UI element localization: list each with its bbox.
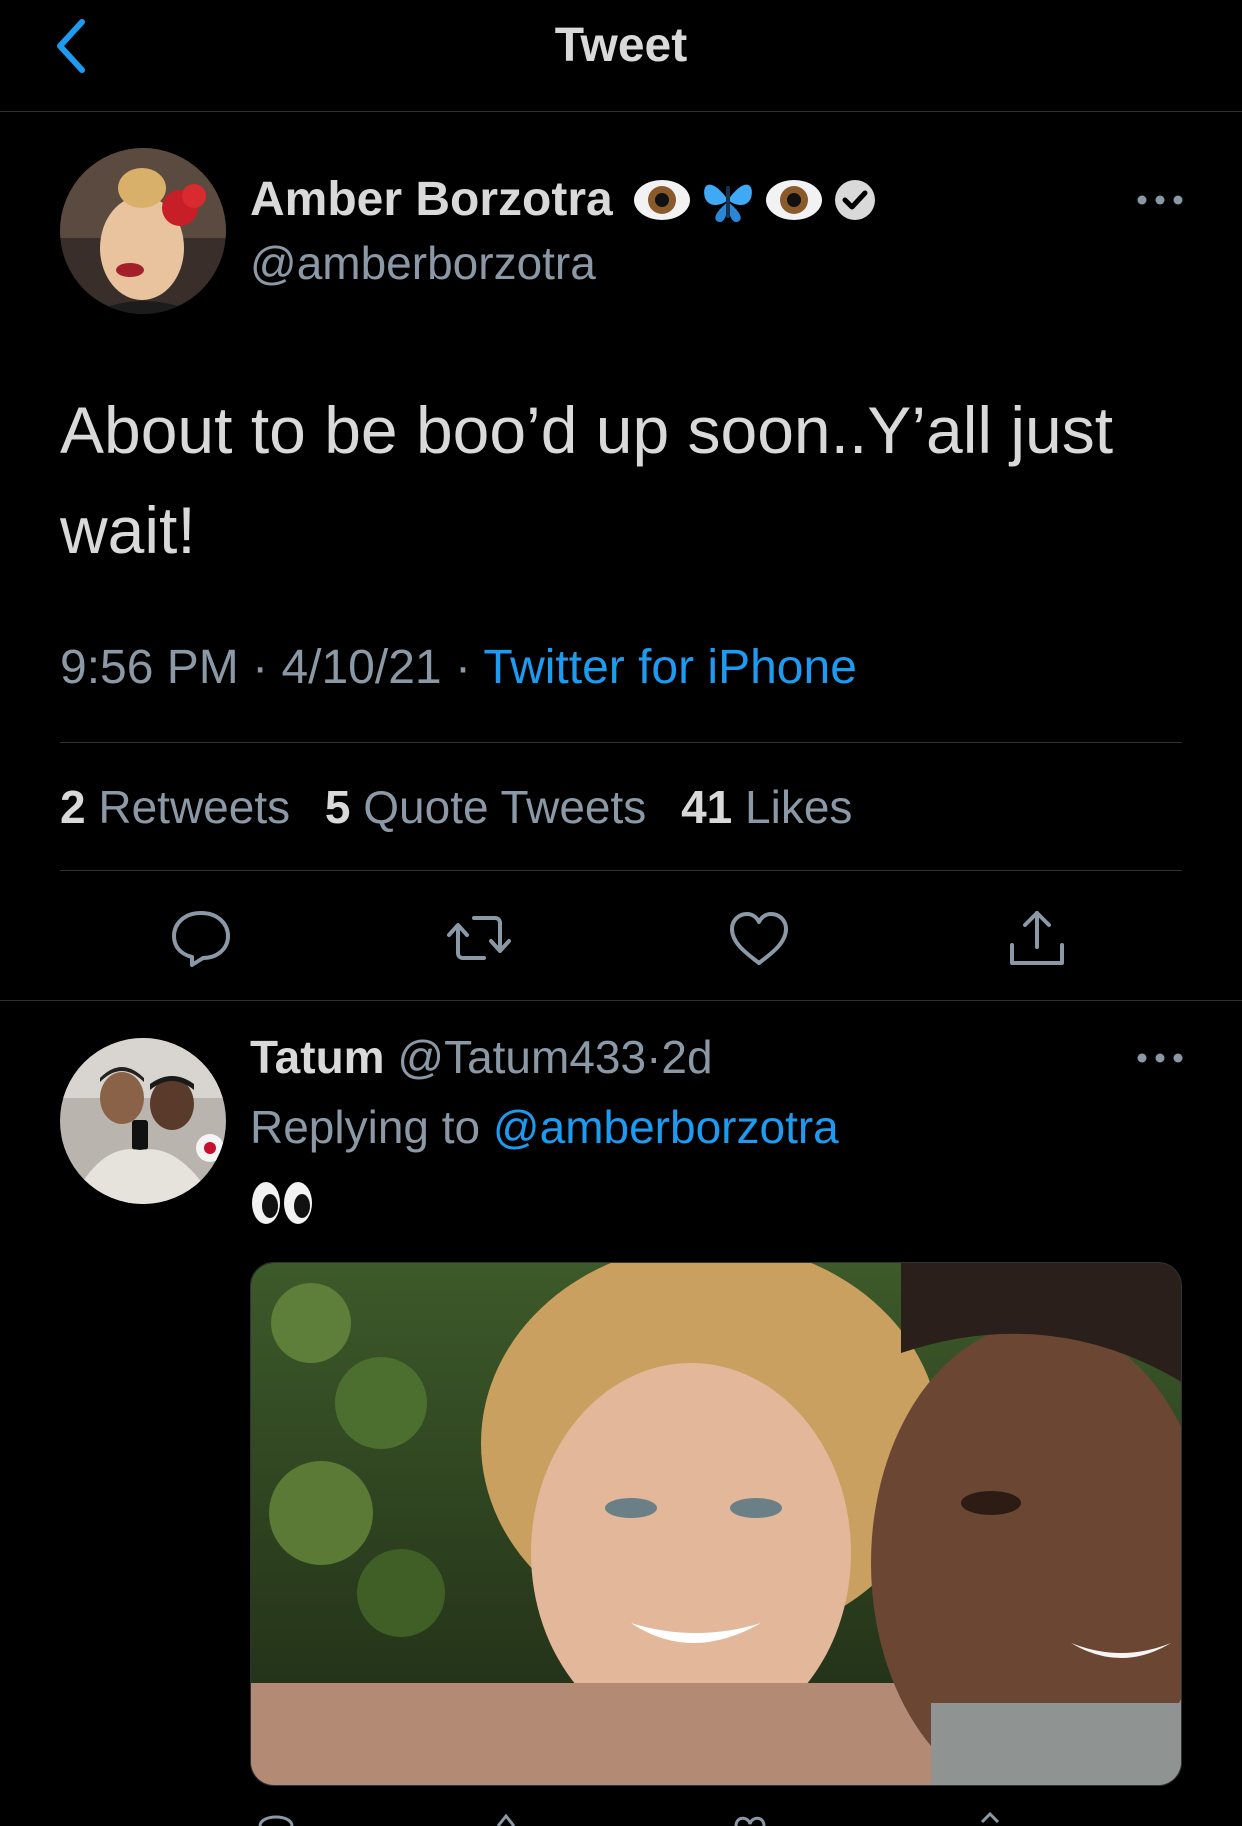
divider (60, 870, 1182, 871)
divider (60, 742, 1182, 743)
tweet-source-link[interactable]: Twitter for iPhone (483, 641, 857, 694)
meta-separator: · (252, 641, 269, 694)
tweet-stats: 2 Retweets 5 Quote Tweets 41 Likes (60, 780, 852, 834)
tweet-text: About to be boo’d up soon..Y’all just wa… (60, 393, 1114, 567)
quotes-count: 5 (324, 781, 351, 833)
divider (0, 1000, 1242, 1001)
retweet-icon[interactable] (490, 1808, 530, 1826)
more-options-icon[interactable] (1130, 1048, 1190, 1068)
butterfly-emoji-icon (703, 184, 752, 222)
replying-to-label: Replying to (250, 1101, 481, 1153)
quotes-stat[interactable]: 5 Quote Tweets (325, 781, 659, 833)
likes-count: 41 (681, 781, 733, 833)
author-name-row: Amber Borzotra (250, 172, 877, 227)
reply-icon[interactable] (256, 1808, 296, 1826)
eye-emoji-icon (765, 179, 822, 220)
retweet-icon[interactable] (446, 905, 512, 971)
reply-author-name[interactable]: Tatum (250, 1031, 385, 1083)
tweet-meta: 9:56 PM · 4/10/21 · Twitter for iPhone (60, 640, 857, 695)
reply-author-handle[interactable]: @Tatum433 (397, 1031, 646, 1083)
eyes-emoji-icon (252, 1182, 312, 1224)
meta-separator: · (454, 641, 471, 694)
like-icon[interactable] (726, 905, 792, 971)
quotes-label: Quote Tweets (363, 781, 647, 833)
likes-label: Likes (745, 781, 853, 833)
likes-stat[interactable]: 41 Likes (681, 781, 852, 833)
share-icon[interactable] (970, 1808, 1010, 1826)
reply-age[interactable]: 2d (661, 1031, 712, 1083)
more-options-icon[interactable] (1130, 190, 1190, 210)
replying-to: Replying to @amberborzotra (250, 1100, 839, 1154)
like-icon[interactable] (730, 1808, 770, 1826)
reply-author-avatar[interactable] (60, 1038, 226, 1204)
retweets-count: 2 (60, 781, 86, 833)
share-icon[interactable] (1004, 905, 1070, 971)
top-nav-bar: Tweet (0, 0, 1242, 112)
reply-media-image[interactable] (250, 1262, 1182, 1786)
tweet-time: 9:56 PM (60, 641, 239, 694)
meta-separator: · (646, 1031, 662, 1083)
eye-emoji-icon (633, 179, 690, 220)
tweet-date: 4/10/21 (281, 641, 442, 694)
reply-header: Tatum @Tatum433·2d (250, 1030, 713, 1084)
retweets-label: Retweets (98, 781, 291, 833)
author-avatar[interactable] (60, 148, 226, 314)
verified-badge-icon (834, 179, 875, 220)
reply-text: 👀 (250, 1180, 314, 1237)
page-title: Tweet (554, 19, 688, 72)
retweets-stat[interactable]: 2 Retweets (60, 781, 303, 833)
author-handle[interactable]: @amberborzotra (250, 236, 596, 290)
replying-to-handle[interactable]: @amberborzotra (493, 1101, 839, 1153)
reply-icon[interactable] (168, 905, 234, 971)
author-name[interactable]: Amber Borzotra (250, 172, 613, 227)
